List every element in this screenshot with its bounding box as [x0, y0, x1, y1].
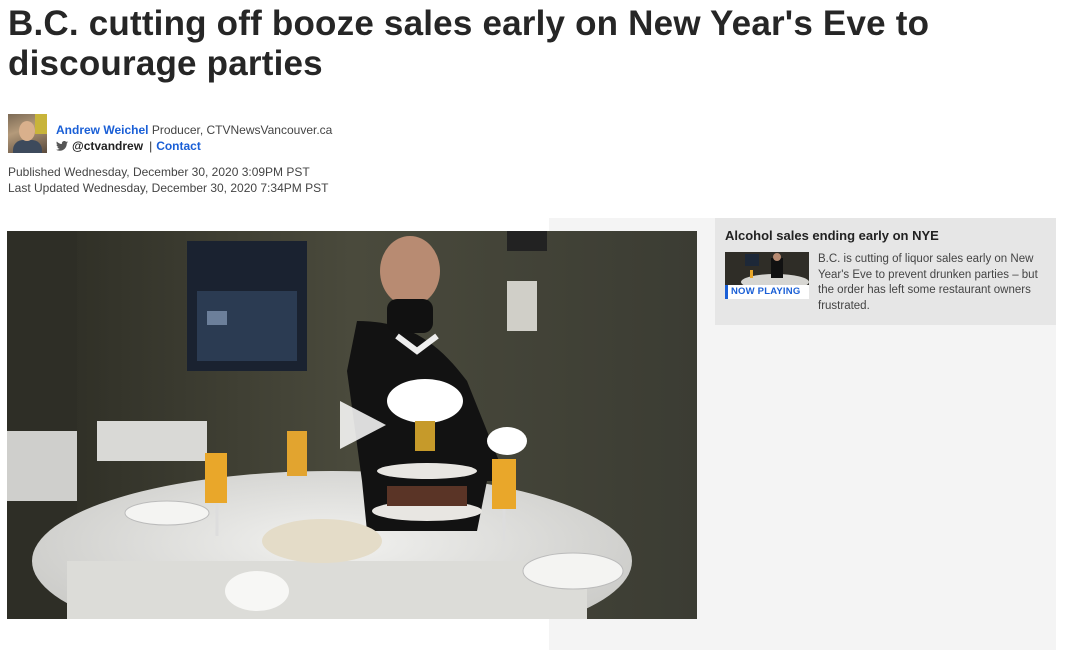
author-avatar[interactable]: [8, 114, 47, 153]
now-playing-label: NOW PLAYING: [731, 286, 801, 297]
play-icon[interactable]: [336, 399, 388, 451]
playlist-item[interactable]: NOW PLAYING B.C. is cutting of liquor sa…: [725, 252, 1046, 314]
byline: Andrew Weichel Producer, CTVNewsVancouve…: [8, 114, 332, 154]
author-name-link[interactable]: Andrew Weichel: [56, 123, 148, 137]
now-playing-badge: NOW PLAYING: [725, 285, 809, 299]
playlist-title[interactable]: Alcohol sales ending early on NYE: [725, 228, 1046, 244]
article-dates: Published Wednesday, December 30, 2020 3…: [8, 164, 328, 196]
thumbnail-image: [725, 252, 809, 290]
byline-separator: |: [149, 139, 153, 153]
byline-text: Andrew Weichel Producer, CTVNewsVancouve…: [56, 122, 332, 154]
contact-link[interactable]: Contact: [156, 138, 201, 154]
published-date: Published Wednesday, December 30, 2020 3…: [8, 165, 310, 179]
video-playlist: Alcohol sales ending early on NYE NOW PL…: [715, 218, 1056, 325]
playlist-thumbnail[interactable]: NOW PLAYING: [725, 252, 809, 299]
author-role: Producer, CTVNewsVancouver.ca: [151, 123, 333, 137]
twitter-handle-link[interactable]: @ctvandrew: [72, 138, 143, 154]
twitter-icon: [56, 141, 68, 151]
updated-date: Last Updated Wednesday, December 30, 202…: [8, 181, 329, 195]
article-headline: B.C. cutting off booze sales early on Ne…: [8, 4, 930, 83]
video-player[interactable]: [7, 231, 697, 619]
playlist-description: B.C. is cutting of liquor sales early on…: [818, 253, 1038, 312]
